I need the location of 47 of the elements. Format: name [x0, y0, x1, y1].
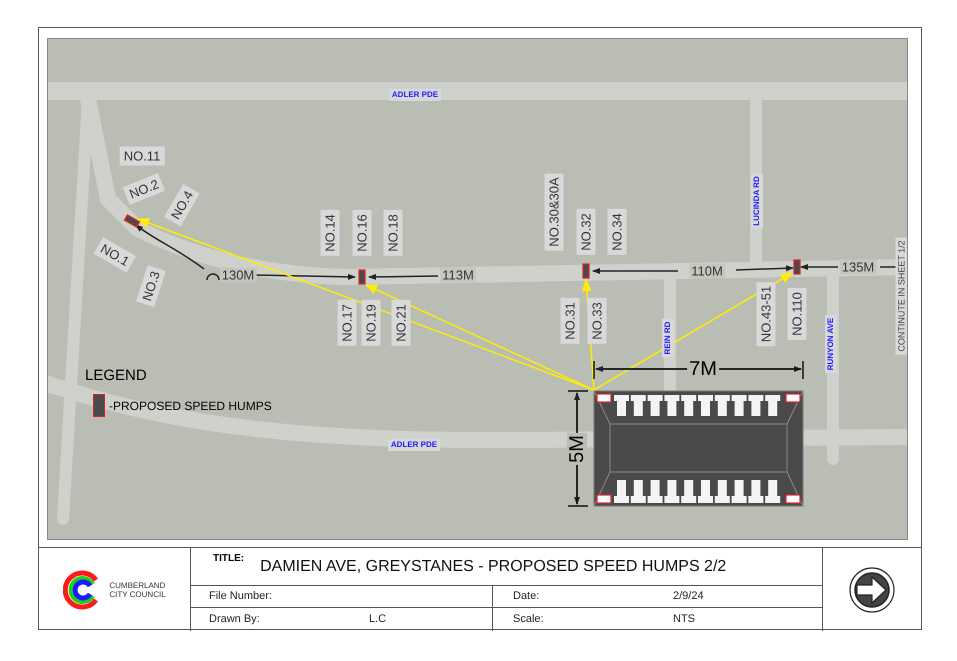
- speed-hump-marker: [582, 263, 590, 279]
- council-name: CITY COUNCIL: [109, 590, 166, 598]
- house-number-label: NO.43-51: [756, 282, 776, 346]
- council-name: CUMBERLAND: [109, 580, 166, 590]
- house-number-label: NO.19: [362, 300, 380, 346]
- street-name-label: ADLER PDE: [388, 89, 442, 101]
- arc-icon: [206, 271, 220, 280]
- drawing-title: DAMIEN AVE, GREYSTANES - PROPOSED SPEED HUMPS 2/2: [260, 556, 726, 576]
- house-number-label: NO.31: [560, 298, 580, 344]
- street-name-label: LUCINDA RD: [751, 173, 763, 229]
- house-number-label: NO.30&30A: [544, 173, 564, 251]
- legend-label: -PROPOSED SPEED HUMPS: [109, 399, 272, 413]
- speed-hump-marker: [793, 259, 801, 275]
- house-number-label: NO.18: [384, 210, 402, 256]
- street-name-label: REIN RD: [662, 318, 674, 358]
- speed-hump-marker: [358, 269, 366, 285]
- house-number-label: NO.17: [338, 300, 356, 346]
- legend-title: LEGEND: [85, 367, 147, 385]
- distance-label: 113M: [440, 268, 476, 282]
- house-number-label: NO.33: [588, 298, 606, 344]
- distance-label: 110M: [689, 264, 725, 278]
- house-number-label: NO.2: [122, 173, 166, 205]
- house-number-label: NO.11: [120, 146, 164, 166]
- field-value: NTS: [673, 612, 695, 628]
- dimension-label: 5M: [567, 433, 587, 465]
- field-value: L.C: [369, 612, 386, 628]
- street-name-label: ADLER PDE: [388, 439, 440, 451]
- sheet-note: CONTINUTE IN SHEET 1/2: [896, 237, 907, 355]
- house-number-label: NO.34: [608, 209, 626, 255]
- field-label: Scale:: [513, 612, 545, 628]
- field-label: Drawn By:: [209, 612, 261, 628]
- distance-label: 135M: [840, 260, 876, 274]
- house-number-label: NO.14: [320, 210, 340, 256]
- house-number-label: NO.110: [788, 288, 806, 340]
- field-label: File Number:: [209, 589, 273, 604]
- street-name-label: RUNYON AVE: [825, 314, 837, 374]
- speed-hump-marker: [124, 214, 140, 228]
- title-label: TITLE:: [213, 552, 244, 566]
- house-number-label: NO.32: [576, 209, 596, 255]
- field-value: 2/9/24: [673, 589, 704, 604]
- speed-hump-legend-icon: [93, 394, 105, 417]
- house-number-label: NO.16: [352, 210, 372, 256]
- house-number-label: NO.3: [136, 264, 166, 308]
- house-number-label: NO.1: [94, 237, 136, 273]
- distance-label: 130M: [220, 268, 256, 282]
- field-label: Date:: [513, 589, 540, 604]
- house-number-label: NO.21: [392, 300, 410, 346]
